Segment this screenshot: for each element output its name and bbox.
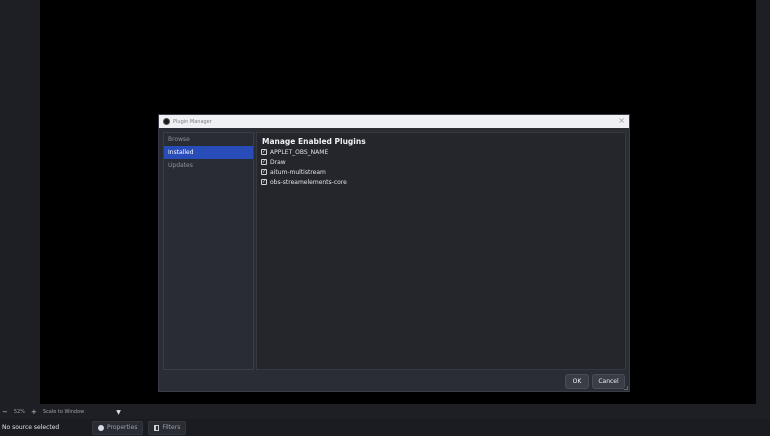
scale-mode-label[interactable]: Scale to Window: [43, 409, 84, 415]
dialog-titlebar[interactable]: Plugin Manager ×: [159, 115, 629, 128]
sidebar-item-updates[interactable]: Updates: [164, 159, 253, 172]
plugin-name: aitum-multistream: [270, 168, 326, 176]
ok-button[interactable]: OK: [565, 374, 589, 389]
plugin-list-panel: Manage Enabled Plugins ✓ APPLET_OBS_NAME…: [256, 132, 626, 370]
zoom-level: 52%: [13, 409, 25, 415]
plugin-row[interactable]: ✓ Draw: [261, 157, 625, 167]
obs-logo-icon: [163, 118, 170, 125]
plugin-checkbox[interactable]: ✓: [261, 159, 267, 165]
gear-icon: [98, 424, 104, 431]
plugin-checkbox[interactable]: ✓: [261, 179, 267, 185]
properties-label: Properties: [107, 424, 138, 431]
resize-grip-icon[interactable]: [624, 386, 628, 390]
zoom-in-button[interactable]: +: [31, 408, 37, 416]
sidebar-item-browse[interactable]: Browse: [164, 133, 253, 146]
plugin-sidebar: Browse Installed Updates: [163, 132, 254, 370]
plugin-row[interactable]: ✓ APPLET_OBS_NAME: [261, 147, 625, 157]
plugin-name: Draw: [270, 158, 286, 166]
properties-button[interactable]: Properties: [92, 420, 144, 435]
dialog-title: Plugin Manager: [173, 118, 212, 125]
plugin-row[interactable]: ✓ obs-streamelements-core: [261, 177, 625, 187]
obs-window: Plugin Manager × Browse Installed Update…: [0, 0, 770, 436]
zoom-bar: − 52% + Scale to Window ▼: [0, 406, 770, 418]
zoom-out-button[interactable]: −: [2, 408, 8, 416]
sidebar-item-installed[interactable]: Installed: [164, 146, 253, 159]
panel-heading: Manage Enabled Plugins: [262, 137, 366, 146]
chevron-down-icon[interactable]: ▼: [116, 409, 121, 416]
filters-label: Filters: [162, 424, 181, 431]
plugin-manager-dialog: Plugin Manager × Browse Installed Update…: [158, 114, 630, 392]
plugin-checkbox[interactable]: ✓: [261, 149, 267, 155]
filter-icon: [154, 424, 160, 431]
plugin-row[interactable]: ✓ aitum-multistream: [261, 167, 625, 177]
plugin-name: APPLET_OBS_NAME: [270, 148, 329, 156]
source-toolbar: No source selected Properties Filters: [0, 419, 770, 436]
no-source-label: No source selected: [2, 424, 60, 431]
filters-button[interactable]: Filters: [148, 420, 187, 435]
close-icon[interactable]: ×: [618, 116, 625, 125]
plugin-checkbox[interactable]: ✓: [261, 169, 267, 175]
cancel-button[interactable]: Cancel: [592, 374, 625, 389]
plugin-name: obs-streamelements-core: [270, 178, 347, 186]
